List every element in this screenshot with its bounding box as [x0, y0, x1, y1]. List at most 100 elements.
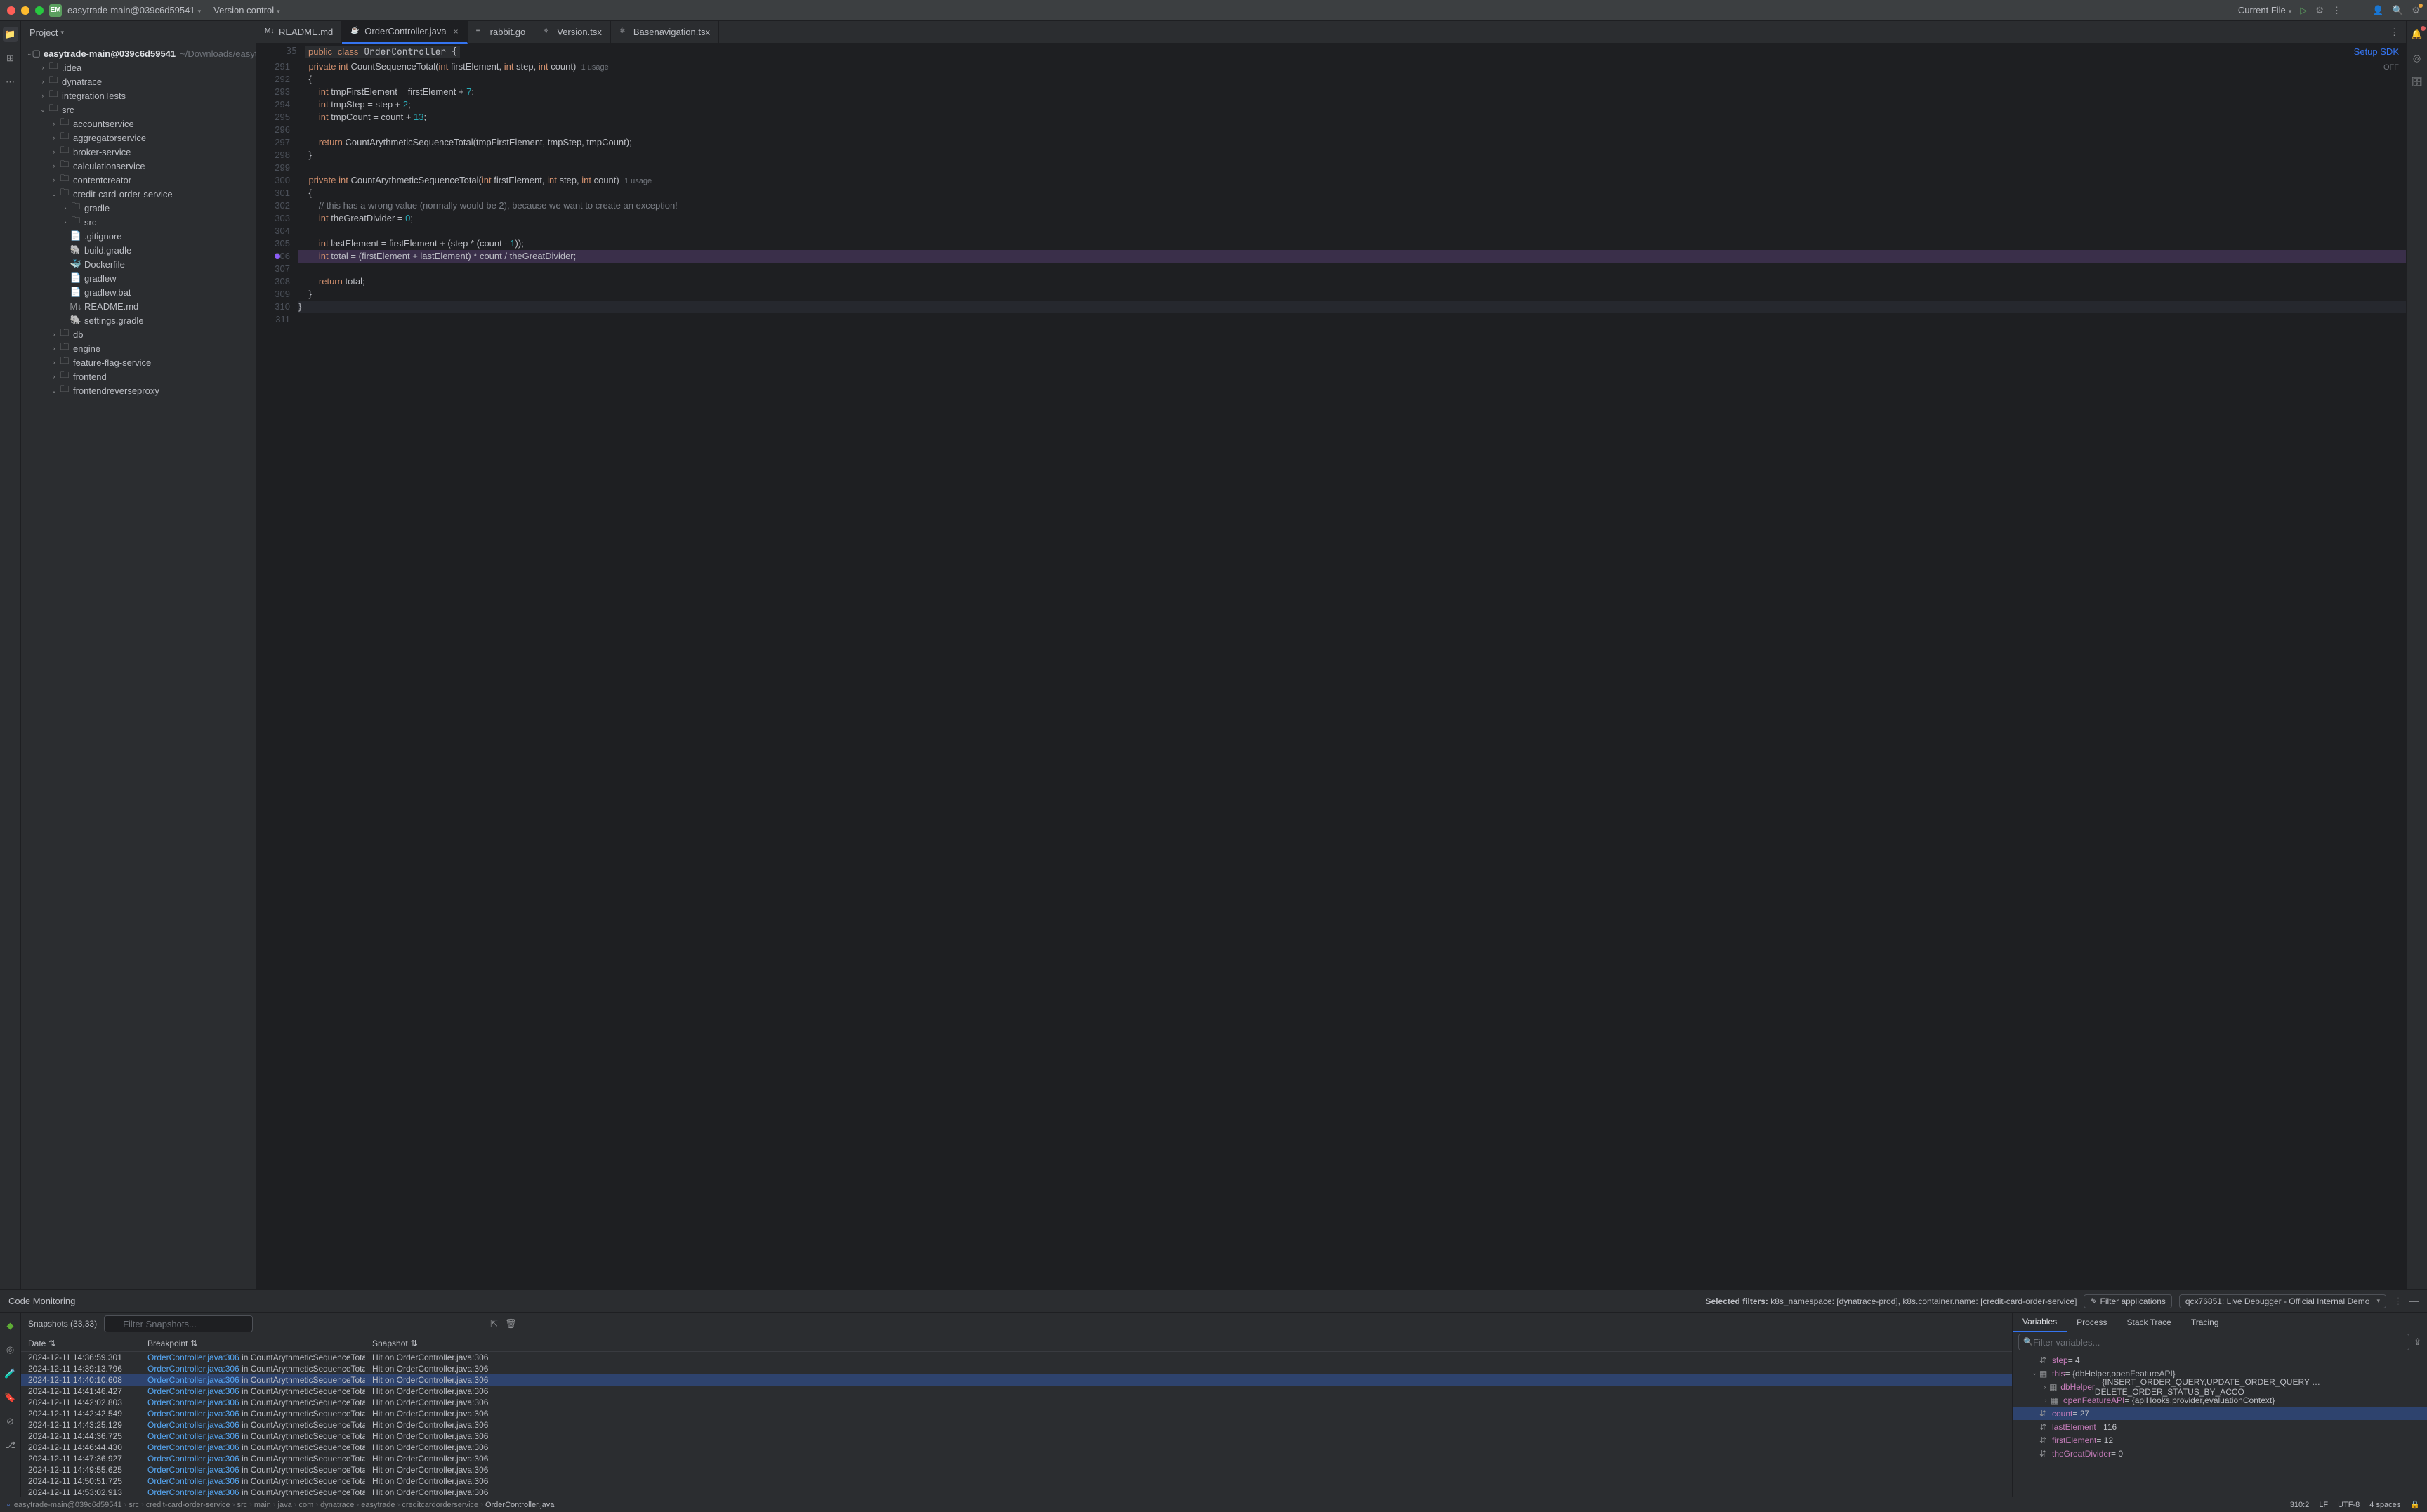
minimize-window-button[interactable] — [21, 6, 29, 15]
project-tool-icon[interactable]: 📁 — [3, 27, 18, 42]
editor-tab[interactable]: ☕OrderController.java× — [342, 21, 467, 44]
variable-row[interactable]: ⇵step = 4 — [2013, 1353, 2427, 1367]
sticky-code-line[interactable]: public class OrderController { — [305, 46, 460, 58]
more-icon[interactable]: ⋮ — [2332, 5, 2341, 16]
tree-item[interactable]: 🐘settings.gradle — [21, 313, 256, 327]
tab-process[interactable]: Process — [2067, 1313, 2117, 1332]
vcs-dropdown[interactable]: Version control▾ — [213, 5, 280, 15]
run-config-dropdown[interactable]: Current File▾ — [2238, 5, 2291, 15]
editor-tab[interactable]: ⚛Version.tsx — [534, 21, 611, 44]
panel-options-icon[interactable]: ⋮ — [2393, 1296, 2402, 1307]
variable-row[interactable]: ⇵firstElement = 12 — [2013, 1433, 2427, 1447]
tree-item[interactable]: 📄.gitignore — [21, 229, 256, 243]
vcs-icon[interactable]: ⎇ — [3, 1438, 18, 1453]
editor-tab[interactable]: M↓README.md — [256, 21, 342, 44]
tree-item[interactable]: ›🗀db — [21, 327, 256, 341]
panel-minimize-icon[interactable]: — — [2409, 1296, 2419, 1306]
column-header-breakpoint[interactable]: Breakpoint ⇅ — [140, 1339, 365, 1348]
problems-icon[interactable]: ⊘ — [3, 1414, 18, 1429]
settings-icon[interactable]: ⚙ — [2412, 5, 2420, 16]
table-row[interactable]: 2024-12-11 14:44:36.725OrderController.j… — [21, 1431, 2012, 1442]
project-panel-header[interactable]: Project▾ — [21, 21, 256, 44]
database-icon[interactable]: 🗄 — [2409, 74, 2425, 90]
file-encoding[interactable]: UTF-8 — [2338, 1501, 2360, 1509]
variable-row[interactable]: ⇵count = 27 — [2013, 1407, 2427, 1420]
setup-sdk-link[interactable]: Setup SDK — [2354, 46, 2399, 57]
close-icon[interactable]: × — [454, 27, 459, 37]
table-row[interactable]: 2024-12-11 14:46:44.430OrderController.j… — [21, 1442, 2012, 1453]
tree-root[interactable]: ⌄ ▢ easytrade-main@039c6d59541 ~/Downloa… — [21, 46, 256, 60]
snapshots-filter-input[interactable] — [104, 1315, 253, 1332]
tree-item[interactable]: ›🗀integrationTests — [21, 88, 256, 103]
run-icon[interactable]: ▷ — [2300, 5, 2307, 16]
tree-item[interactable]: ›🗀calculationservice — [21, 159, 256, 173]
table-row[interactable]: 2024-12-11 14:53:02.913OrderController.j… — [21, 1487, 2012, 1497]
tree-item[interactable]: ›🗀.idea — [21, 60, 256, 74]
table-row[interactable]: 2024-12-11 14:43:25.129OrderController.j… — [21, 1419, 2012, 1431]
tree-item[interactable]: 📄gradlew — [21, 271, 256, 285]
tree-item[interactable]: 🐘build.gradle — [21, 243, 256, 257]
delete-icon[interactable]: 🗑 — [505, 1318, 517, 1329]
project-name-dropdown[interactable]: easytrade-main@039c6d59541▾ — [67, 5, 201, 15]
notifications-icon[interactable]: 🔔 — [2409, 27, 2425, 42]
bookmark-icon[interactable]: 🔖 — [3, 1390, 18, 1405]
tree-item[interactable]: ⌄🗀credit-card-order-service — [21, 187, 256, 201]
table-row[interactable]: 2024-12-11 14:40:10.608OrderController.j… — [21, 1374, 2012, 1386]
table-row[interactable]: 2024-12-11 14:47:36.927OrderController.j… — [21, 1453, 2012, 1464]
table-row[interactable]: 2024-12-11 14:39:13.796OrderController.j… — [21, 1363, 2012, 1374]
code-with-me-icon[interactable]: 👤 — [2372, 5, 2383, 16]
tree-item[interactable]: 🐳Dockerfile — [21, 257, 256, 271]
maximize-window-button[interactable] — [35, 6, 44, 15]
line-separator[interactable]: LF — [2319, 1501, 2328, 1509]
tree-item[interactable]: 📄gradlew.bat — [21, 285, 256, 299]
editor-tab[interactable]: ≡rabbit.go — [468, 21, 535, 44]
indent-settings[interactable]: 4 spaces — [2369, 1501, 2400, 1509]
breadcrumb[interactable]: easytrade-main@039c6d59541 › src › credi… — [14, 1501, 554, 1509]
tab-tracing[interactable]: Tracing — [2181, 1313, 2229, 1332]
more-tool-icon[interactable]: ⋯ — [3, 74, 18, 90]
tree-item[interactable]: ›🗀broker-service — [21, 145, 256, 159]
tree-item[interactable]: ›🗀feature-flag-service — [21, 355, 256, 369]
tree-item[interactable]: ›🗀contentcreator — [21, 173, 256, 187]
project-tree[interactable]: ⌄ ▢ easytrade-main@039c6d59541 ~/Downloa… — [21, 44, 256, 1289]
snapshots-table[interactable]: Date ⇅ Breakpoint ⇅ Snapshot ⇅ 2024-12-1… — [21, 1335, 2012, 1497]
share-icon[interactable]: ⇪ — [2414, 1336, 2421, 1348]
tree-item[interactable]: ›🗀dynatrace — [21, 74, 256, 88]
tree-item[interactable]: ›🗀gradle — [21, 201, 256, 215]
variable-row[interactable]: ›▦dbHelper = {INSERT_ORDER_QUERY,UPDATE_… — [2013, 1380, 2427, 1393]
debug-icon[interactable]: ⚙ — [2315, 5, 2324, 16]
variables-filter-input[interactable] — [2019, 1334, 2162, 1350]
environment-select[interactable]: qcx76851: Live Debugger - Official Inter… — [2179, 1294, 2386, 1308]
tree-item[interactable]: ⌄🗀src — [21, 103, 256, 117]
column-header-snapshot[interactable]: Snapshot ⇅ — [365, 1339, 2012, 1348]
tree-item[interactable]: ›🗀src — [21, 215, 256, 229]
close-window-button[interactable] — [7, 6, 15, 15]
cursor-position[interactable]: 310:2 — [2290, 1501, 2310, 1509]
table-row[interactable]: 2024-12-11 14:36:59.301OrderController.j… — [21, 1352, 2012, 1363]
editor-tab[interactable]: ⚛Basenavigation.tsx — [611, 21, 719, 44]
tree-item[interactable]: ›🗀accountservice — [21, 117, 256, 131]
lab-icon[interactable]: 🧪 — [3, 1366, 18, 1381]
readonly-icon[interactable]: 🔒 — [2410, 1500, 2420, 1509]
inspections-off-badge[interactable]: OFF — [2383, 63, 2399, 72]
structure-tool-icon[interactable]: ⊞ — [3, 51, 18, 66]
tabs-more-icon[interactable]: ⋮ — [2390, 27, 2399, 38]
table-row[interactable]: 2024-12-11 14:49:55.625OrderController.j… — [21, 1464, 2012, 1475]
tree-item[interactable]: ›🗀frontend — [21, 369, 256, 383]
variable-row[interactable]: ⇵lastElement = 116 — [2013, 1420, 2427, 1433]
tree-item[interactable]: ›🗀engine — [21, 341, 256, 355]
code-editor[interactable]: 2912922932942952962972982993003013023033… — [256, 60, 2406, 1289]
tree-item[interactable]: ›🗀aggregatorservice — [21, 131, 256, 145]
variable-row[interactable]: ⇵theGreatDivider = 0 — [2013, 1447, 2427, 1460]
tree-item[interactable]: M↓README.md — [21, 299, 256, 313]
column-header-date[interactable]: Date ⇅ — [21, 1339, 140, 1348]
tab-stack-trace[interactable]: Stack Trace — [2117, 1313, 2181, 1332]
target-icon[interactable]: ◎ — [3, 1342, 18, 1357]
tree-item[interactable]: ⌄🗀frontendreverseproxy — [21, 383, 256, 397]
table-row[interactable]: 2024-12-11 14:41:46.427OrderController.j… — [21, 1386, 2012, 1397]
filter-applications-button[interactable]: ✎ Filter applications — [2084, 1294, 2171, 1308]
dynatrace-icon[interactable]: ◆ — [3, 1318, 18, 1334]
table-row[interactable]: 2024-12-11 14:50:51.725OrderController.j… — [21, 1475, 2012, 1487]
tab-variables[interactable]: Variables — [2013, 1313, 2067, 1332]
ai-assistant-icon[interactable]: ◎ — [2409, 51, 2425, 66]
